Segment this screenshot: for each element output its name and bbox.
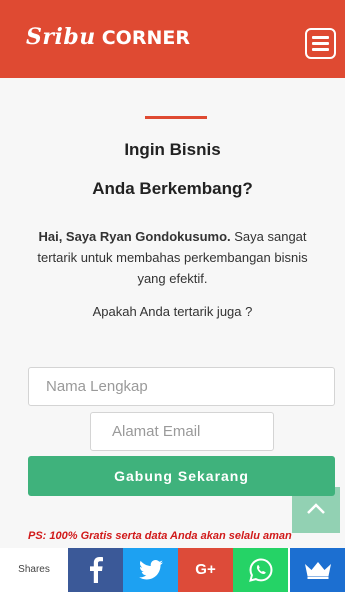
share-more-button[interactable] xyxy=(290,548,345,592)
site-logo[interactable]: Sribu CORNER xyxy=(26,24,190,51)
logo-suffix: CORNER xyxy=(101,27,190,49)
logo-brand: Sribu xyxy=(26,24,96,50)
intro-author: Hai, Saya Ryan Gondokusumo. xyxy=(38,229,231,244)
whatsapp-icon xyxy=(248,558,273,582)
share-facebook-button[interactable] xyxy=(68,548,123,592)
ps-note: PS: 100% Gratis serta data Anda akan sel… xyxy=(28,530,292,542)
page-title-line1: Ingin Bisnis xyxy=(124,140,221,159)
crown-icon xyxy=(304,562,331,579)
email-input[interactable] xyxy=(90,412,274,451)
share-bar: Shares G+ xyxy=(0,548,345,592)
chevron-up-icon xyxy=(307,503,325,514)
title-divider xyxy=(145,116,207,119)
site-header: Sribu CORNER xyxy=(0,0,345,78)
share-twitter-button[interactable] xyxy=(123,548,178,592)
full-name-input[interactable] xyxy=(28,367,335,406)
shares-label: Shares xyxy=(18,564,50,575)
menu-bar-icon xyxy=(312,48,329,51)
intro-question: Apakah Anda tertarik juga ? xyxy=(92,304,253,319)
join-now-button[interactable]: Gabung Sekarang xyxy=(28,456,335,496)
hamburger-menu-button[interactable] xyxy=(305,28,336,59)
scroll-to-top-button[interactable] xyxy=(292,487,340,533)
menu-bar-icon xyxy=(312,36,329,39)
menu-bar-icon xyxy=(312,42,329,45)
page-title-line2: Anda Berkembang? xyxy=(92,179,253,198)
google-plus-icon: G+ xyxy=(195,561,216,578)
twitter-icon xyxy=(138,560,163,580)
intro-paragraph: Hai, Saya Ryan Gondokusumo. Saya sangat … xyxy=(25,226,320,289)
facebook-icon xyxy=(89,557,103,583)
share-whatsapp-button[interactable] xyxy=(233,548,288,592)
share-googleplus-button[interactable]: G+ xyxy=(178,548,233,592)
